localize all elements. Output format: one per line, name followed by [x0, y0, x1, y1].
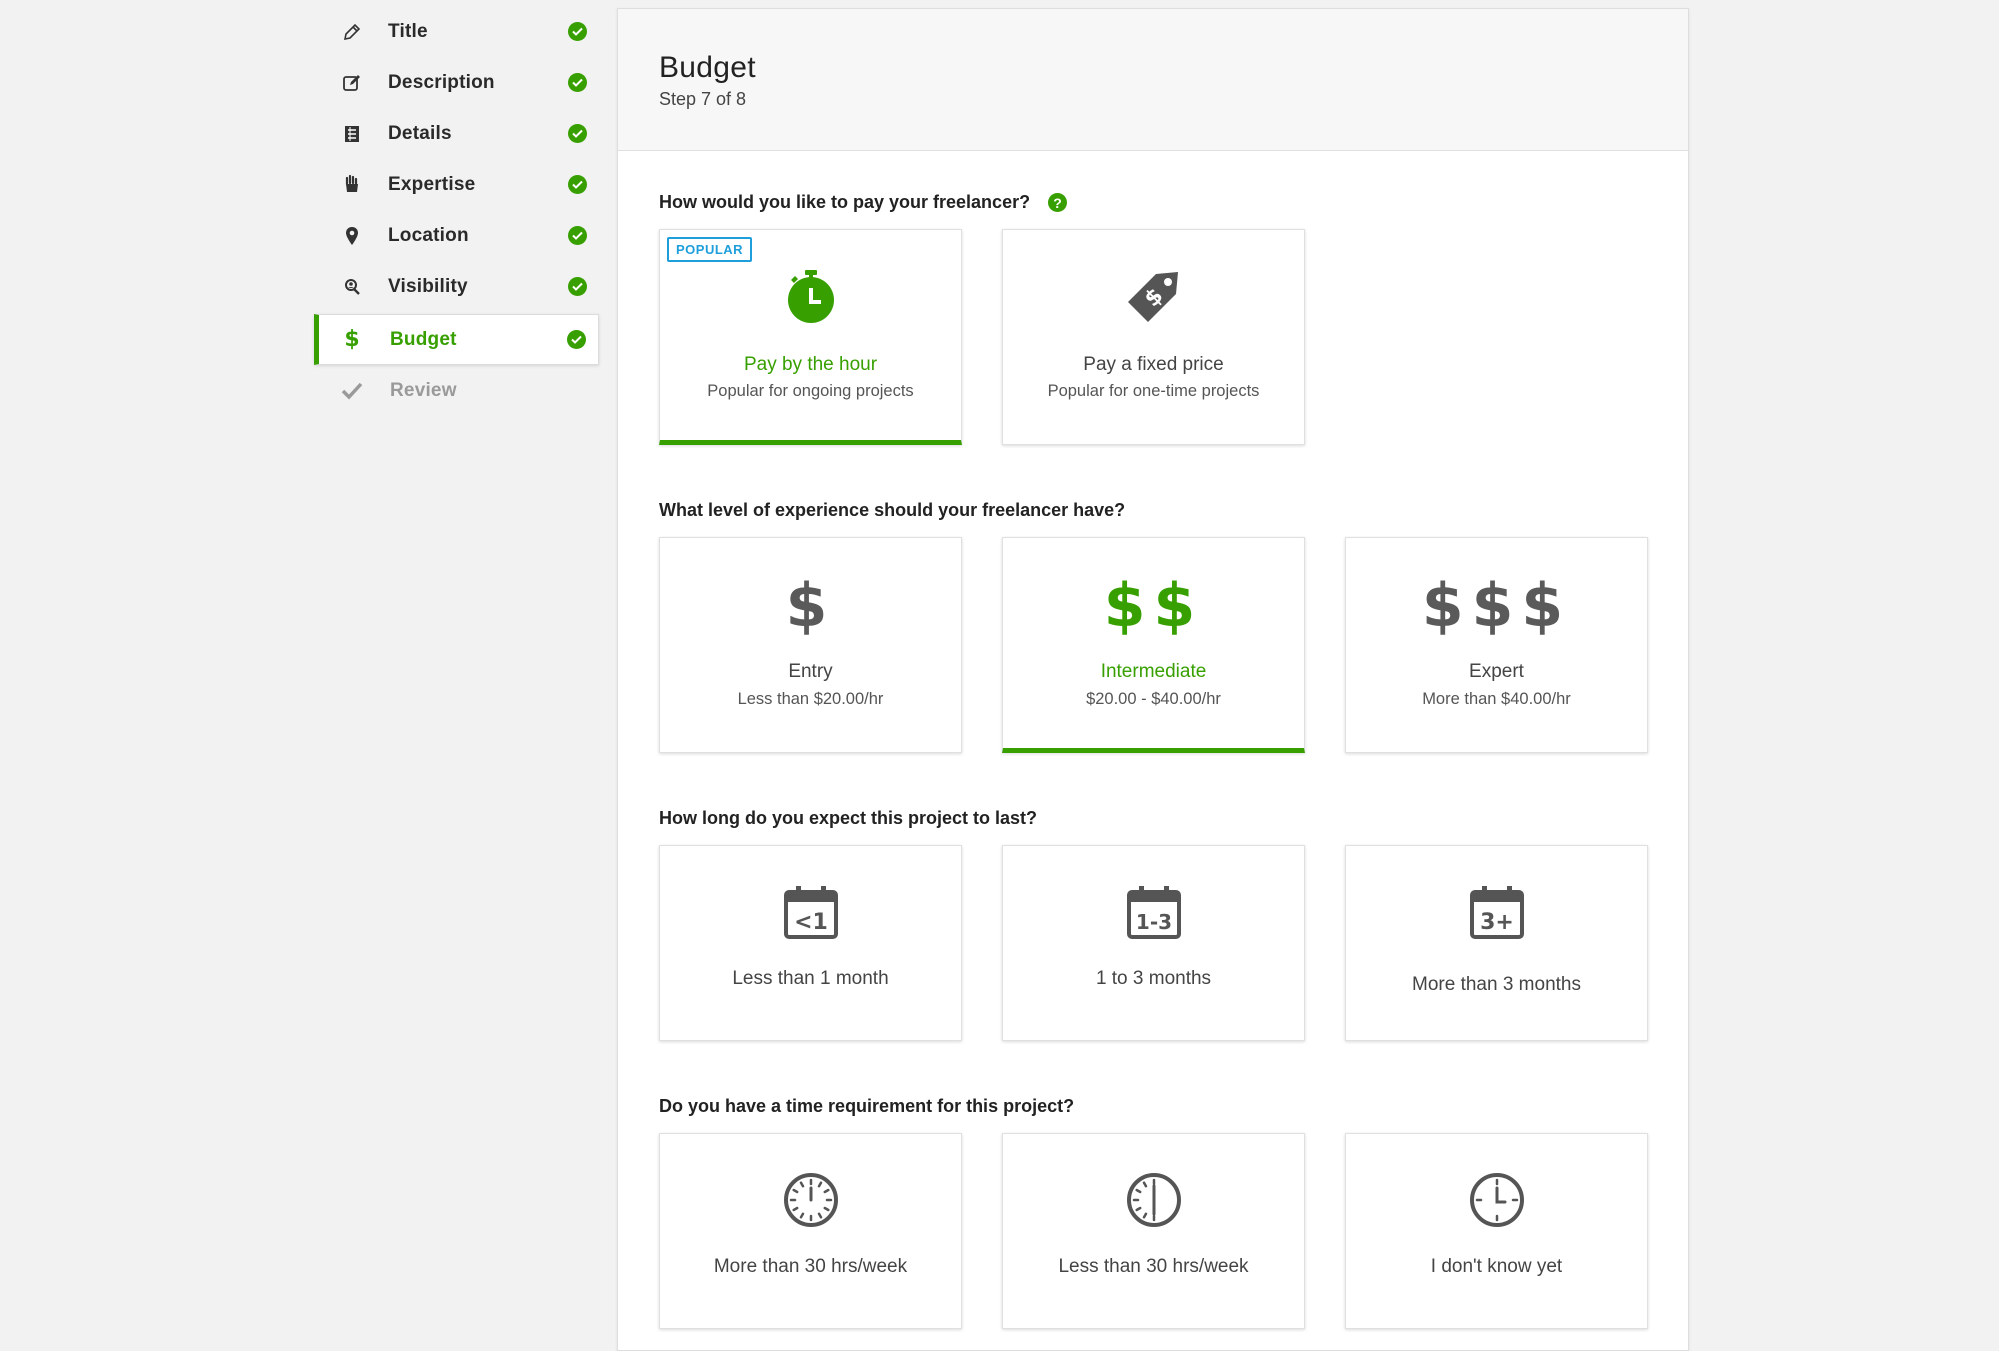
check-circle-icon	[568, 73, 587, 92]
check-circle-icon	[568, 226, 587, 245]
experience-entry-card[interactable]: $ Entry Less than $20.00/hr	[659, 537, 962, 753]
check-circle-icon	[568, 124, 587, 143]
duration-1-to-3-months-card[interactable]: 1-3 1 to 3 months	[1002, 845, 1305, 1041]
card-title: Expert	[1469, 661, 1524, 682]
user-search-icon	[340, 275, 364, 299]
sidebar-item-label: Expertise	[388, 173, 476, 195]
card-subtitle: Popular for one-time projects	[1047, 382, 1260, 400]
dollar-icon: $	[344, 327, 360, 352]
check-circle-icon	[568, 22, 587, 41]
card-subtitle: Popular for ongoing projects	[707, 382, 914, 400]
svg-text:<1: <1	[794, 910, 828, 935]
calendar-icon: <1	[660, 884, 961, 940]
sidebar-item-label: Visibility	[388, 275, 468, 297]
main-panel: Budget Step 7 of 8 How would you like to…	[617, 8, 1689, 1351]
dollar-icon: $	[785, 571, 836, 641]
calendar-icon: 3+	[1346, 884, 1647, 940]
duration-less-1-month-card[interactable]: <1 Less than 1 month	[659, 845, 962, 1041]
pay-fixed-price-card[interactable]: $ Pay a fixed price Popular for one-time…	[1002, 229, 1305, 445]
dollar-icon: $$$	[1421, 571, 1572, 641]
svg-text:1-3: 1-3	[1135, 910, 1171, 934]
sidebar-item-expertise[interactable]: Expertise	[314, 159, 599, 210]
experience-intermediate-card[interactable]: $$ Intermediate $20.00 - $40.00/hr	[1002, 537, 1305, 753]
sidebar-item-label: Title	[388, 20, 428, 42]
card-subtitle: Less than $20.00/hr	[737, 690, 884, 708]
sidebar-item-description[interactable]: Description	[314, 57, 599, 108]
edit-icon	[340, 71, 364, 95]
card-title: More than 30 hrs/week	[713, 1256, 908, 1277]
checkmark-icon	[340, 379, 364, 403]
duration-more-3-months-card[interactable]: 3+ More than 3 months	[1345, 845, 1648, 1041]
card-title: I don't know yet	[1430, 1256, 1563, 1277]
sidebar-item-budget[interactable]: $ Budget	[314, 314, 599, 365]
sidebar-item-label: Description	[388, 71, 495, 93]
card-subtitle: $20.00 - $40.00/hr	[1086, 690, 1221, 708]
sidebar-item-label: Review	[390, 379, 457, 401]
experience-question: What level of experience should your fre…	[659, 500, 1126, 520]
page-header: Budget Step 7 of 8	[618, 9, 1688, 151]
price-tag-icon: $	[1003, 268, 1304, 324]
step-indicator: Step 7 of 8	[659, 89, 747, 109]
clock-half-icon	[1003, 1172, 1304, 1228]
time-more-30-hrs-card[interactable]: More than 30 hrs/week	[659, 1133, 962, 1329]
pay-by-hour-card[interactable]: POPULAR Pay by the hour Popular for ongo…	[659, 229, 962, 445]
clock-icon	[1346, 1172, 1647, 1228]
map-pin-icon	[340, 224, 364, 248]
card-title: Pay a fixed price	[1083, 354, 1224, 375]
clock-full-icon	[660, 1172, 961, 1228]
time-requirement-question: Do you have a time requirement for this …	[659, 1096, 1075, 1116]
sidebar-item-review: Review	[314, 365, 599, 416]
card-title: Less than 30 hrs/week	[1058, 1256, 1249, 1277]
list-icon	[340, 122, 364, 146]
check-circle-icon	[567, 330, 586, 349]
sidebar-item-title[interactable]: Title	[314, 6, 599, 57]
sidebar-item-location[interactable]: Location	[314, 210, 599, 261]
check-circle-icon	[568, 175, 587, 194]
stopwatch-icon	[660, 268, 961, 324]
svg-text:3+: 3+	[1480, 910, 1514, 935]
dollar-icon: $$	[1103, 571, 1204, 641]
hand-icon	[340, 173, 364, 197]
card-title: 1 to 3 months	[1095, 968, 1212, 989]
card-subtitle: More than $40.00/hr	[1422, 690, 1571, 708]
experience-expert-card[interactable]: $$$ Expert More than $40.00/hr	[1345, 537, 1648, 753]
sidebar-item-label: Budget	[390, 328, 457, 350]
card-title: Pay by the hour	[743, 354, 878, 375]
card-title: More than 3 months	[1412, 974, 1581, 995]
sidebar-item-details[interactable]: Details	[314, 108, 599, 159]
payment-question: How would you like to pay your freelance…	[659, 192, 1068, 213]
sidebar-item-visibility[interactable]: Visibility	[314, 261, 599, 312]
time-unknown-card[interactable]: I don't know yet	[1345, 1133, 1648, 1329]
time-less-30-hrs-card[interactable]: Less than 30 hrs/week	[1002, 1133, 1305, 1329]
card-title: Entry	[788, 661, 833, 682]
pencil-icon	[340, 20, 364, 44]
check-circle-icon	[568, 277, 587, 296]
sidebar-item-label: Location	[388, 224, 469, 246]
calendar-icon: 1-3	[1003, 884, 1304, 940]
sidebar-item-label: Details	[388, 122, 452, 144]
popular-badge: POPULAR	[667, 237, 753, 262]
duration-question: How long do you expect this project to l…	[659, 808, 1038, 828]
payment-question-text: How would you like to pay your freelance…	[659, 192, 1031, 212]
card-title: Less than 1 month	[732, 968, 889, 989]
page-title: Budget	[659, 51, 756, 84]
help-icon[interactable]: ?	[1048, 193, 1068, 212]
card-title: Intermediate	[1100, 661, 1207, 682]
